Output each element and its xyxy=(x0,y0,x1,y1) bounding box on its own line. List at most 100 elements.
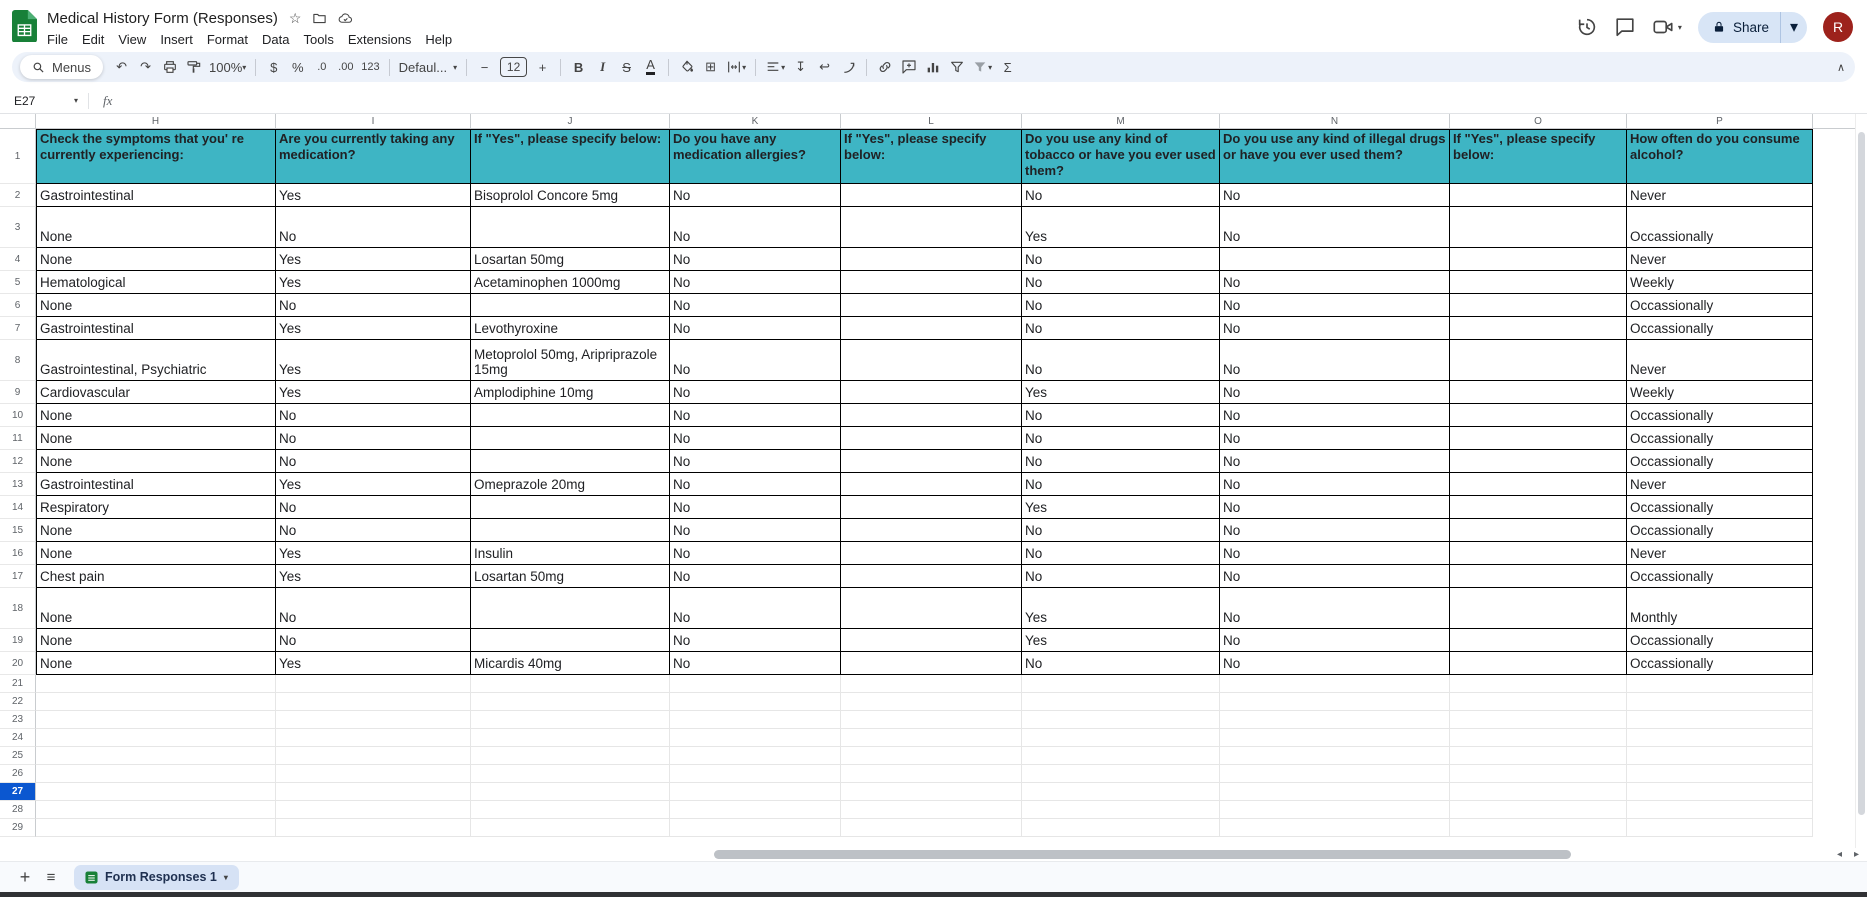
cell-N4[interactable] xyxy=(1220,248,1450,271)
cell-P17[interactable]: Occassionally xyxy=(1627,565,1813,588)
cell-M25[interactable] xyxy=(1022,747,1220,765)
cell-I15[interactable]: No xyxy=(276,519,471,542)
row-header-1[interactable]: 1 xyxy=(0,129,36,184)
cell-I1[interactable]: Are you currently taking any medication? xyxy=(276,129,471,184)
row-header-8[interactable]: 8 xyxy=(0,340,36,381)
cell-K15[interactable]: No xyxy=(670,519,841,542)
menu-help[interactable]: Help xyxy=(418,31,459,48)
cell-P12[interactable]: Occassionally xyxy=(1627,450,1813,473)
cell-J12[interactable] xyxy=(471,450,670,473)
cell-K16[interactable]: No xyxy=(670,542,841,565)
name-box[interactable]: E27 ▾ xyxy=(0,94,88,108)
cell-I12[interactable]: No xyxy=(276,450,471,473)
avatar[interactable]: R xyxy=(1823,12,1853,42)
cell-I10[interactable]: No xyxy=(276,404,471,427)
cloud-saved-icon[interactable] xyxy=(338,11,353,26)
row-header-2[interactable]: 2 xyxy=(0,184,36,207)
text-color-button[interactable]: A xyxy=(639,55,662,79)
cell-O18[interactable] xyxy=(1450,588,1627,629)
cell-K9[interactable]: No xyxy=(670,381,841,404)
increase-decimal-button[interactable]: .00 xyxy=(334,55,357,79)
row-header-22[interactable]: 22 xyxy=(0,693,36,711)
cell-J11[interactable] xyxy=(471,427,670,450)
cell-H17[interactable]: Chest pain xyxy=(36,565,276,588)
format-percent-button[interactable]: % xyxy=(286,55,309,79)
cell-O20[interactable] xyxy=(1450,652,1627,675)
row-header-18[interactable]: 18 xyxy=(0,588,36,629)
cell-P3[interactable]: Occassionally xyxy=(1627,207,1813,248)
cell-P20[interactable]: Occassionally xyxy=(1627,652,1813,675)
cell-J25[interactable] xyxy=(471,747,670,765)
meet-video-icon[interactable]: ▾ xyxy=(1652,16,1682,38)
cell-J18[interactable] xyxy=(471,588,670,629)
cell-N10[interactable]: No xyxy=(1220,404,1450,427)
cell-K23[interactable] xyxy=(670,711,841,729)
cell-L17[interactable] xyxy=(841,565,1022,588)
cell-N24[interactable] xyxy=(1220,729,1450,747)
cell-H8[interactable]: Gastrointestinal, Psychiatric xyxy=(36,340,276,381)
cell-H14[interactable]: Respiratory xyxy=(36,496,276,519)
cell-O5[interactable] xyxy=(1450,271,1627,294)
menu-data[interactable]: Data xyxy=(255,31,296,48)
cell-N28[interactable] xyxy=(1220,801,1450,819)
cell-N23[interactable] xyxy=(1220,711,1450,729)
cell-J6[interactable] xyxy=(471,294,670,317)
cell-H2[interactable]: Gastrointestinal xyxy=(36,184,276,207)
cell-L4[interactable] xyxy=(841,248,1022,271)
cell-N25[interactable] xyxy=(1220,747,1450,765)
cell-P21[interactable] xyxy=(1627,675,1813,693)
cell-K21[interactable] xyxy=(670,675,841,693)
cell-K27[interactable] xyxy=(670,783,841,801)
column-header-N[interactable]: N xyxy=(1220,114,1450,128)
cell-P22[interactable] xyxy=(1627,693,1813,711)
cell-M3[interactable]: Yes xyxy=(1022,207,1220,248)
font-family-select[interactable]: Defaul... ▾ xyxy=(396,55,460,79)
cell-O12[interactable] xyxy=(1450,450,1627,473)
cell-I17[interactable]: Yes xyxy=(276,565,471,588)
cell-H29[interactable] xyxy=(36,819,276,837)
number-format-button[interactable]: 123 xyxy=(358,55,382,79)
cell-J17[interactable]: Losartan 50mg xyxy=(471,565,670,588)
row-header-4[interactable]: 4 xyxy=(0,248,36,271)
cell-K18[interactable]: No xyxy=(670,588,841,629)
cell-I4[interactable]: Yes xyxy=(276,248,471,271)
cell-P25[interactable] xyxy=(1627,747,1813,765)
cell-H22[interactable] xyxy=(36,693,276,711)
cell-L6[interactable] xyxy=(841,294,1022,317)
row-header-23[interactable]: 23 xyxy=(0,711,36,729)
cell-M12[interactable]: No xyxy=(1022,450,1220,473)
cell-I9[interactable]: Yes xyxy=(276,381,471,404)
version-history-icon[interactable] xyxy=(1576,16,1598,38)
row-header-7[interactable]: 7 xyxy=(0,317,36,340)
cell-H7[interactable]: Gastrointestinal xyxy=(36,317,276,340)
cell-J22[interactable] xyxy=(471,693,670,711)
cell-O14[interactable] xyxy=(1450,496,1627,519)
cell-K4[interactable]: No xyxy=(670,248,841,271)
cell-H6[interactable]: None xyxy=(36,294,276,317)
cell-H24[interactable] xyxy=(36,729,276,747)
cell-N6[interactable]: No xyxy=(1220,294,1450,317)
cell-K1[interactable]: Do you have any medication allergies? xyxy=(670,129,841,184)
cell-M29[interactable] xyxy=(1022,819,1220,837)
vertical-scrollbar-thumb[interactable] xyxy=(1858,132,1865,815)
cell-I21[interactable] xyxy=(276,675,471,693)
cell-J28[interactable] xyxy=(471,801,670,819)
sheet-tab-dropdown-icon[interactable]: ▾ xyxy=(224,873,228,882)
cell-L8[interactable] xyxy=(841,340,1022,381)
cell-O15[interactable] xyxy=(1450,519,1627,542)
cell-K25[interactable] xyxy=(670,747,841,765)
cell-M27[interactable] xyxy=(1022,783,1220,801)
print-button[interactable] xyxy=(158,55,181,79)
text-rotation-button[interactable] xyxy=(837,55,860,79)
cell-M14[interactable]: Yes xyxy=(1022,496,1220,519)
cell-M11[interactable]: No xyxy=(1022,427,1220,450)
cell-J23[interactable] xyxy=(471,711,670,729)
cell-H21[interactable] xyxy=(36,675,276,693)
cell-O29[interactable] xyxy=(1450,819,1627,837)
horizontal-scrollbar-thumb[interactable] xyxy=(714,850,1571,859)
comments-icon[interactable] xyxy=(1614,16,1636,38)
cell-O24[interactable] xyxy=(1450,729,1627,747)
cell-I23[interactable] xyxy=(276,711,471,729)
row-header-27-selected[interactable]: 27 xyxy=(0,783,36,801)
column-header-M[interactable]: M xyxy=(1022,114,1220,128)
